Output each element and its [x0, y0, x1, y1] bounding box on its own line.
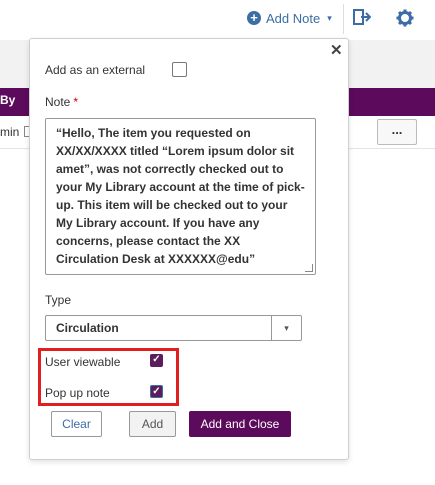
row-text: min: [0, 125, 20, 139]
user-viewable-checkbox[interactable]: ✓: [150, 354, 163, 367]
chevron-down-icon: ▾: [327, 12, 332, 23]
note-label: Note *: [45, 95, 78, 109]
resize-handle[interactable]: [305, 264, 313, 272]
add-button[interactable]: Add: [129, 411, 176, 437]
pop-up-note-checkbox[interactable]: ✓: [150, 385, 163, 398]
add-note-button[interactable]: + Add Note ▾: [247, 8, 332, 28]
checkmark-icon: ✓: [152, 386, 161, 397]
note-label-text: Note: [45, 95, 71, 109]
close-icon[interactable]: ✕: [330, 41, 343, 59]
note-text: “Hello, The item you requested on XX/XX/…: [56, 126, 305, 266]
more-actions-button[interactable]: ...: [377, 119, 417, 145]
export-icon[interactable]: [353, 9, 371, 25]
add-and-close-button[interactable]: Add and Close: [189, 411, 291, 437]
type-selected-value: Circulation: [56, 321, 119, 335]
checkmark-icon: ✓: [152, 354, 161, 365]
note-textarea[interactable]: “Hello, The item you requested on XX/XX/…: [45, 118, 316, 275]
type-label: Type: [45, 293, 72, 307]
toolbar-divider: [343, 4, 344, 34]
user-viewable-label: User viewable: [45, 355, 121, 369]
add-as-external-checkbox[interactable]: [172, 62, 187, 77]
clear-button[interactable]: Clear: [51, 411, 102, 437]
pop-up-note-label: Pop up note: [45, 386, 110, 400]
add-as-external-label: Add as an external: [45, 63, 146, 77]
top-toolbar: + Add Note ▾: [0, 0, 435, 40]
plus-circle-icon: +: [247, 11, 261, 25]
type-select[interactable]: Circulation ▾: [45, 315, 302, 341]
required-marker: *: [73, 95, 79, 109]
gear-icon[interactable]: [396, 9, 414, 27]
chevron-down-icon[interactable]: ▾: [271, 316, 301, 340]
column-header-by: By: [0, 93, 16, 107]
add-note-label: Add Note: [266, 10, 321, 26]
add-note-popup: ✕ Add as an external Note * “Hello, The i…: [29, 38, 349, 460]
